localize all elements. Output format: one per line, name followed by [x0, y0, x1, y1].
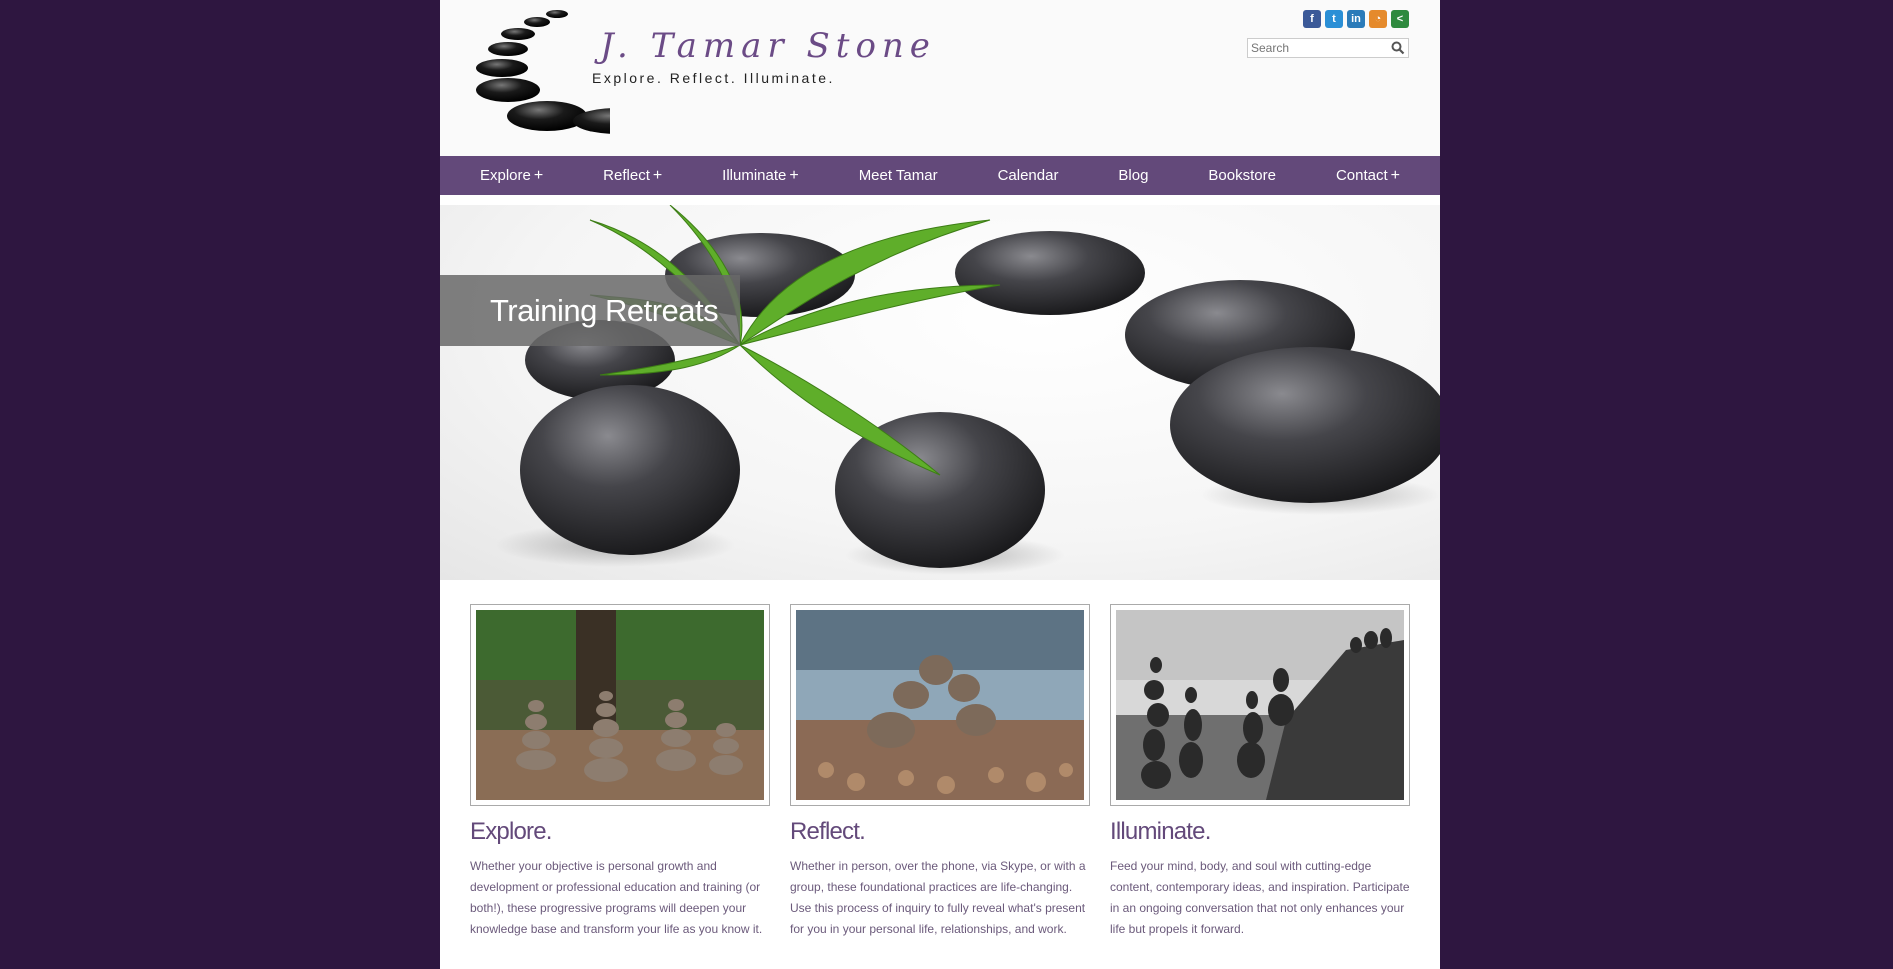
- plus-icon: +: [533, 166, 544, 184]
- rock-cairns-image: [476, 610, 764, 800]
- illuminate-heading[interactable]: Illuminate.: [1110, 818, 1410, 846]
- stones-logo-icon: [476, 10, 663, 134]
- feature-explore: Explore. Whether your objective is perso…: [470, 604, 770, 940]
- nav-item-bookstore[interactable]: Bookstore: [1184, 167, 1300, 184]
- explore-heading[interactable]: Explore.: [470, 818, 770, 846]
- illuminate-text: Feed your mind, body, and soul with cutt…: [1110, 859, 1410, 936]
- feature-columns: Explore. Whether your objective is perso…: [470, 604, 1410, 940]
- illuminate-thumbnail[interactable]: [1110, 604, 1410, 806]
- nav-item-calendar[interactable]: Calendar: [974, 167, 1083, 184]
- facebook-icon[interactable]: f: [1303, 10, 1321, 28]
- social-links: f t in ◔ <: [1303, 10, 1409, 28]
- nav-item-label: Reflect: [603, 166, 650, 184]
- hero-caption[interactable]: Training Retreats: [440, 275, 740, 346]
- explore-thumbnail[interactable]: [470, 604, 770, 806]
- nav-item-explore[interactable]: Explore +: [456, 167, 567, 185]
- nav-item-label: Meet Tamar: [858, 167, 938, 184]
- nav-item-label: Bookstore: [1208, 167, 1276, 184]
- hero-slider[interactable]: Training Retreats: [440, 205, 1440, 580]
- stone-arch-image: [796, 610, 1084, 800]
- nav-item-label: Calendar: [997, 167, 1059, 184]
- nav-item-label: Explore: [480, 166, 531, 184]
- rss-icon[interactable]: ◔: [1369, 10, 1387, 28]
- nav-item-label: Contact: [1335, 166, 1388, 184]
- nav-item-reflect[interactable]: Reflect +: [579, 167, 686, 185]
- reflect-thumbnail[interactable]: [790, 604, 1090, 806]
- page-container: J. Tamar Stone Explore. Reflect. Illumin…: [440, 0, 1440, 969]
- nav-item-meet-tamar[interactable]: Meet Tamar: [835, 167, 962, 184]
- logo-name: J. Tamar Stone: [600, 26, 936, 66]
- nav-item-illuminate[interactable]: Illuminate +: [698, 167, 823, 185]
- reflect-text: Whether in person, over the phone, via S…: [790, 859, 1086, 936]
- plus-icon: +: [652, 166, 663, 184]
- hero-stones-image: [495, 205, 1440, 575]
- nav-item-contact[interactable]: Contact +: [1312, 167, 1424, 185]
- site-logo[interactable]: J. Tamar Stone Explore. Reflect. Illumin…: [470, 8, 930, 143]
- nav-item-label: Blog: [1118, 167, 1149, 184]
- nav-item-blog[interactable]: Blog: [1094, 167, 1172, 184]
- feature-reflect: Reflect. Whether in person, over the pho…: [790, 604, 1090, 940]
- share-icon[interactable]: <: [1391, 10, 1409, 28]
- site-header: J. Tamar Stone Explore. Reflect. Illumin…: [440, 0, 1440, 156]
- nav-item-label: Illuminate: [722, 166, 787, 184]
- search-box: [1247, 38, 1409, 58]
- main-nav: Explore + Reflect + Illuminate + Meet Tamar…: [440, 156, 1440, 195]
- balanced-stones-image: [1116, 610, 1404, 800]
- logo-tagline: Explore. Reflect. Illuminate.: [592, 70, 835, 86]
- reflect-heading[interactable]: Reflect.: [790, 818, 1090, 846]
- twitter-icon[interactable]: t: [1325, 10, 1343, 28]
- plus-icon: +: [789, 166, 799, 184]
- plus-icon: +: [1390, 166, 1400, 184]
- linkedin-icon[interactable]: in: [1347, 10, 1365, 28]
- search-icon[interactable]: [1391, 41, 1405, 60]
- search-input[interactable]: [1248, 39, 1394, 57]
- feature-illuminate: Illuminate. Feed your mind, body, and so…: [1110, 604, 1410, 940]
- explore-text: Whether your objective is personal growt…: [470, 859, 763, 936]
